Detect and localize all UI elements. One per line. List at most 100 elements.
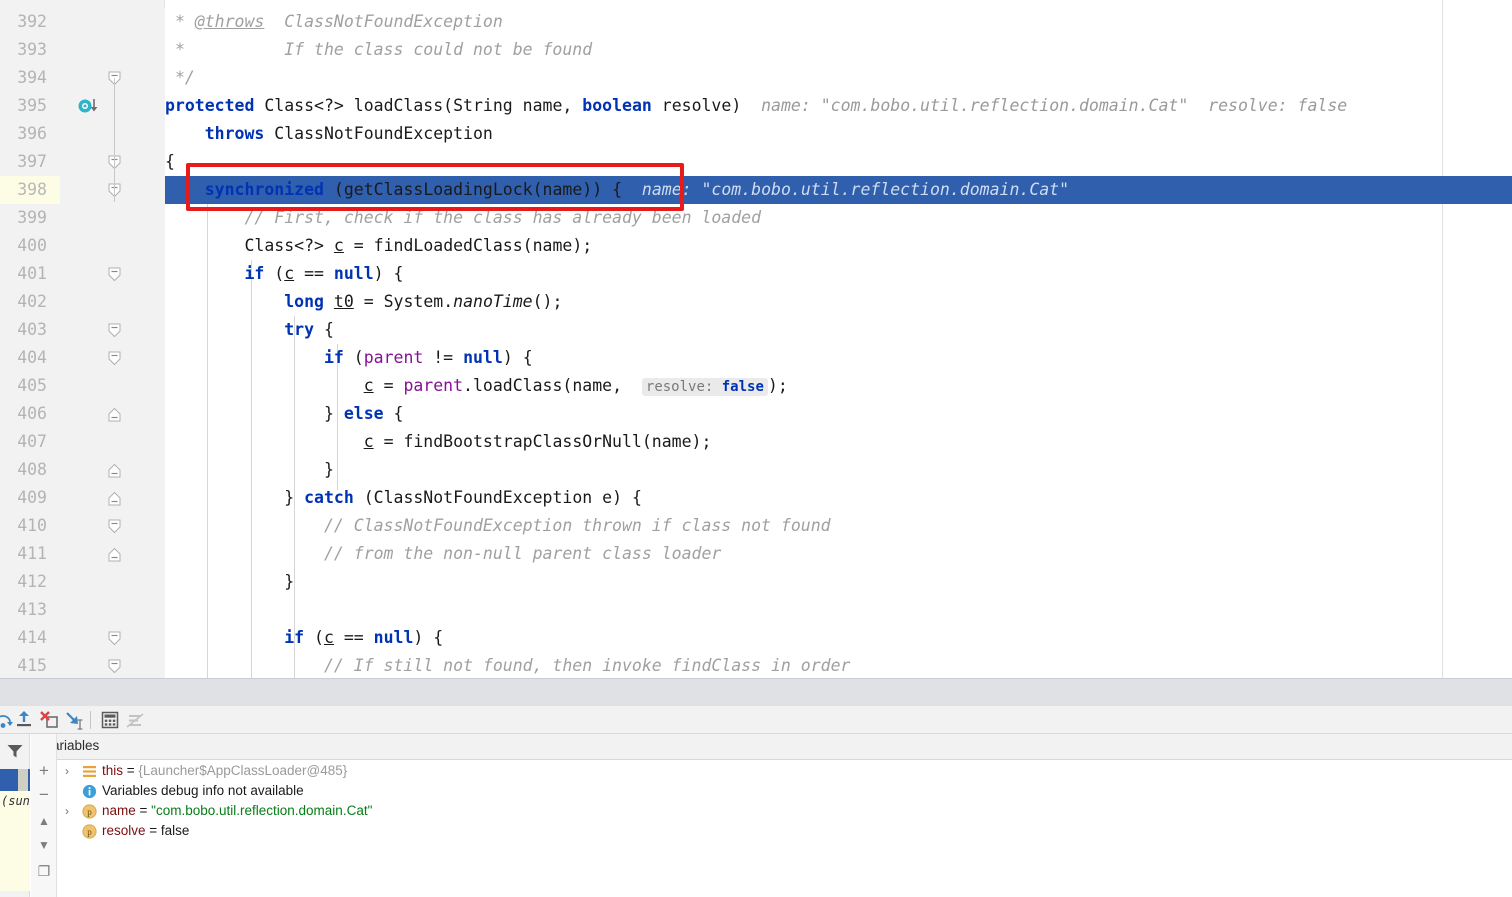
gutter-icon-area[interactable] (60, 120, 165, 148)
code-cell[interactable] (165, 596, 1512, 624)
line-number[interactable]: 409 (0, 484, 60, 512)
code-line[interactable]: 414 if (c == null) { (0, 624, 1512, 652)
line-number[interactable]: 415 (0, 652, 60, 678)
move-up-button[interactable]: ▲ (35, 812, 53, 830)
code-cell[interactable]: c = findBootstrapClassOrNull(name); (165, 428, 1512, 456)
code-cell[interactable]: Class<?> c = findLoadedClass(name); (165, 232, 1512, 260)
code-line[interactable]: 393 * If the class could not be found (0, 36, 1512, 64)
code-line[interactable]: 415 // If still not found, then invoke f… (0, 652, 1512, 678)
code-line[interactable]: 411 // from the non-null parent class lo… (0, 540, 1512, 568)
filter-icon[interactable] (6, 743, 24, 759)
fold-marker-collapse-icon[interactable] (108, 267, 121, 282)
fold-marker-collapse-icon[interactable] (108, 631, 121, 646)
expand-arrow-icon[interactable]: › (65, 804, 78, 818)
code-cell[interactable]: */ (165, 64, 1512, 92)
code-line[interactable]: 410 // ClassNotFoundException thrown if … (0, 512, 1512, 540)
gutter-icon-area[interactable] (60, 428, 165, 456)
line-number[interactable]: 398 (0, 176, 60, 204)
code-cell[interactable]: * @throws ClassNotFoundException (165, 8, 1512, 36)
line-number[interactable]: 399 (0, 204, 60, 232)
variable-row[interactable]: › p name = "com.bobo.util.reflection.domai… (57, 801, 1512, 821)
code-line[interactable]: 397 { (0, 148, 1512, 176)
fold-marker-end-icon[interactable] (108, 463, 121, 478)
variable-row[interactable]: p resolve = false (57, 821, 1512, 841)
frames-strip[interactable]: (sun. (0, 734, 37, 897)
line-number[interactable]: 410 (0, 512, 60, 540)
debug-toolbar[interactable] (0, 706, 1512, 734)
code-editor[interactable]: 392 * @throws ClassNotFoundException 393 … (0, 0, 1512, 678)
code-cell[interactable]: if (parent != null) { (165, 344, 1512, 372)
line-number[interactable]: 411 (0, 540, 60, 568)
remove-watch-button[interactable]: − (35, 786, 53, 804)
fold-marker-collapse-icon[interactable] (108, 323, 121, 338)
code-cell[interactable]: c = parent.loadClass(name, resolve: fals… (165, 372, 1512, 400)
code-cell[interactable]: protected Class<?> loadClass(String name… (165, 92, 1512, 120)
code-cell[interactable]: } else { (165, 400, 1512, 428)
code-line[interactable]: 406 } else { (0, 400, 1512, 428)
code-cell[interactable]: if (c == null) { (165, 260, 1512, 288)
code-cell[interactable]: // ClassNotFoundException thrown if clas… (165, 512, 1512, 540)
line-number[interactable]: 392 (0, 8, 60, 36)
code-cell[interactable]: } catch (ClassNotFoundException e) { (165, 484, 1512, 512)
code-cell[interactable]: } (165, 568, 1512, 596)
code-line[interactable]: 405 c = parent.loadClass(name, resolve: … (0, 372, 1512, 400)
code-cell[interactable]: * If the class could not be found (165, 36, 1512, 64)
line-number[interactable]: 397 (0, 148, 60, 176)
fold-marker-collapse-icon[interactable] (108, 519, 121, 534)
inlay-parameter-hint[interactable]: resolve: false (641, 378, 768, 396)
variable-row[interactable]: Variables debug info not available (57, 781, 1512, 801)
fold-marker-end-icon[interactable] (108, 407, 121, 422)
line-number[interactable]: 400 (0, 232, 60, 260)
code-line[interactable]: 394 */ (0, 64, 1512, 92)
variables-tabbar[interactable]: Variables (31, 734, 1512, 760)
gutter-icon-area[interactable] (60, 204, 165, 232)
step-out-icon[interactable] (13, 709, 35, 731)
code-line[interactable]: 407 c = findBootstrapClassOrNull(name); (0, 428, 1512, 456)
code-cell[interactable]: } (165, 456, 1512, 484)
fold-marker-end-icon[interactable] (108, 547, 121, 562)
line-number[interactable]: 396 (0, 120, 60, 148)
line-number[interactable]: 394 (0, 64, 60, 92)
code-cell[interactable]: try { (165, 316, 1512, 344)
code-line[interactable]: 409 } catch (ClassNotFoundException e) { (0, 484, 1512, 512)
line-number[interactable]: 408 (0, 456, 60, 484)
code-cell[interactable]: synchronized (getClassLoadingLock(name))… (165, 176, 1512, 204)
code-cell[interactable]: long t0 = System.nanoTime(); (165, 288, 1512, 316)
mute-breakpoints-icon[interactable] (124, 709, 146, 731)
fold-marker-collapse-icon[interactable] (108, 351, 121, 366)
gutter-icon-area[interactable] (60, 92, 165, 120)
code-cell[interactable]: // If still not found, then invoke findC… (165, 652, 1512, 678)
code-line[interactable]: 403 try { (0, 316, 1512, 344)
line-number[interactable]: 406 (0, 400, 60, 428)
copy-button[interactable]: ❐ (35, 862, 53, 880)
force-step-into-icon[interactable] (38, 709, 60, 731)
method-override-icon[interactable] (78, 98, 100, 115)
code-line[interactable]: 400 Class<?> c = findLoadedClass(name); (0, 232, 1512, 260)
fold-marker-collapse-icon[interactable] (108, 659, 121, 674)
line-number[interactable]: 402 (0, 288, 60, 316)
line-number[interactable]: 412 (0, 568, 60, 596)
drop-frame-icon[interactable] (63, 709, 85, 731)
code-cell[interactable]: // First, check if the class has already… (165, 204, 1512, 232)
line-number[interactable]: 414 (0, 624, 60, 652)
inlay-hint[interactable]: name: "com.bobo.util.reflection.domain.C… (622, 180, 1069, 199)
code-cell[interactable]: throws ClassNotFoundException (165, 120, 1512, 148)
code-line[interactable]: 412 } (0, 568, 1512, 596)
code-cell[interactable]: { (165, 148, 1512, 176)
gutter-icon-area[interactable] (60, 596, 165, 624)
code-line[interactable]: 396 throws ClassNotFoundException (0, 120, 1512, 148)
add-watch-button[interactable]: + (35, 762, 53, 780)
gutter-icon-area[interactable] (60, 8, 165, 36)
code-line[interactable]: 398 synchronized (getClassLoadingLock(na… (0, 176, 1512, 204)
code-line[interactable]: 408 } (0, 456, 1512, 484)
line-number[interactable]: 393 (0, 36, 60, 64)
variable-row[interactable]: › this = {Launcher$AppClassLoader@485} (57, 761, 1512, 781)
code-line[interactable]: 399 // First, check if the class has alr… (0, 204, 1512, 232)
line-number[interactable]: 413 (0, 596, 60, 624)
gutter-icon-area[interactable] (60, 372, 165, 400)
code-line[interactable]: 402 long t0 = System.nanoTime(); (0, 288, 1512, 316)
inlay-hint[interactable]: name: "com.bobo.util.reflection.domain.C… (741, 96, 1347, 115)
line-number[interactable]: 407 (0, 428, 60, 456)
stack-frame-label[interactable]: (sun. (0, 791, 37, 891)
variables-list[interactable]: › this = {Launcher$AppClassLoader@485} Var… (57, 761, 1512, 897)
